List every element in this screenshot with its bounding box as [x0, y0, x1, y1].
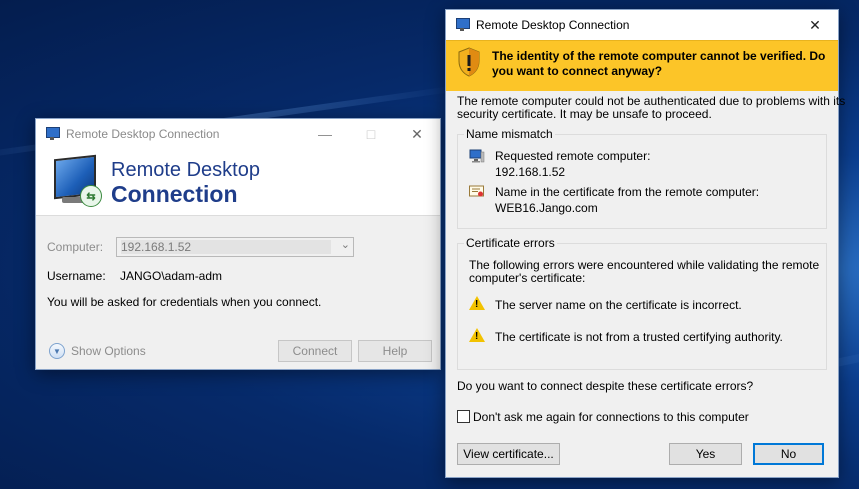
computer-icon: [469, 149, 485, 163]
title-bar[interactable]: Remote Desktop Connection — □ ✕: [36, 119, 440, 149]
dont-ask-label[interactable]: Don't ask me again for connections to th…: [473, 410, 749, 424]
warning-banner: The identity of the remote computer cann…: [446, 40, 838, 91]
intro-line-1: The remote computer could not be authent…: [457, 94, 846, 108]
brand-title-line1: Remote Desktop: [111, 159, 260, 181]
cert-errors-intro-1: The following errors were encountered wh…: [469, 258, 820, 272]
view-certificate-button[interactable]: View certificate...: [457, 443, 560, 465]
close-icon[interactable]: ✕: [394, 119, 440, 149]
close-icon[interactable]: ✕: [792, 10, 838, 40]
help-button[interactable]: Help: [358, 340, 432, 362]
certificate-warning-dialog: Remote Desktop Connection ✕ The identity…: [445, 9, 845, 478]
show-options-link[interactable]: Show Options: [71, 344, 146, 358]
minimize-icon[interactable]: —: [302, 119, 348, 149]
cert-errors-title: Certificate errors: [464, 236, 557, 250]
no-button[interactable]: No: [753, 443, 824, 465]
rdc-logo-icon: ⇆: [52, 154, 102, 207]
app-icon: [454, 18, 470, 32]
intro-line-2: security certificate. It may be unsafe t…: [457, 107, 712, 121]
cert-name-label: Name in the certificate from the remote …: [495, 185, 760, 199]
yes-button[interactable]: Yes: [669, 443, 742, 465]
maximize-icon[interactable]: □: [348, 119, 394, 149]
name-mismatch-title: Name mismatch: [464, 127, 555, 141]
certificate-icon: [469, 185, 484, 197]
cert-name-value: WEB16.Jango.com: [495, 201, 598, 215]
window-title: Remote Desktop Connection: [66, 127, 220, 141]
computer-label: Computer:: [47, 240, 104, 254]
connect-button[interactable]: Connect: [278, 340, 352, 362]
cert-errors-intro-2: computer's certificate:: [469, 271, 586, 285]
rdc-main-window: Remote Desktop Connection — □ ✕ ⇆ Remote…: [35, 118, 441, 370]
warning-message: The identity of the remote computer cann…: [492, 49, 826, 78]
shield-warning-icon: [458, 47, 480, 77]
dialog-title: Remote Desktop Connection: [476, 18, 630, 32]
username-value: JANGO\adam-adm: [120, 269, 223, 283]
brand-banner: ⇆ Remote Desktop Connection: [36, 149, 440, 216]
warning-icon: !: [469, 328, 485, 342]
title-bar[interactable]: Remote Desktop Connection ✕: [446, 10, 838, 40]
requested-label: Requested remote computer:: [495, 149, 651, 163]
chevron-down-icon[interactable]: ⌄: [341, 238, 350, 251]
credentials-note: You will be asked for credentials when y…: [47, 295, 322, 309]
requested-value: 192.168.1.52: [495, 165, 566, 179]
brand-title-line2: Connection: [111, 181, 238, 207]
computer-value: 192.168.1.52: [121, 240, 331, 254]
dont-ask-checkbox[interactable]: [457, 410, 470, 423]
error-item-2: The certificate is not from a trusted ce…: [495, 330, 783, 344]
computer-combobox[interactable]: 192.168.1.52 ⌄: [116, 237, 354, 257]
error-item-1: The server name on the certificate is in…: [495, 298, 742, 312]
username-label: Username:: [47, 269, 106, 283]
connect-question: Do you want to connect despite these cer…: [457, 379, 754, 393]
warning-icon: !: [469, 296, 485, 310]
show-options-icon[interactable]: ▼: [49, 343, 65, 359]
app-icon: [44, 127, 60, 141]
